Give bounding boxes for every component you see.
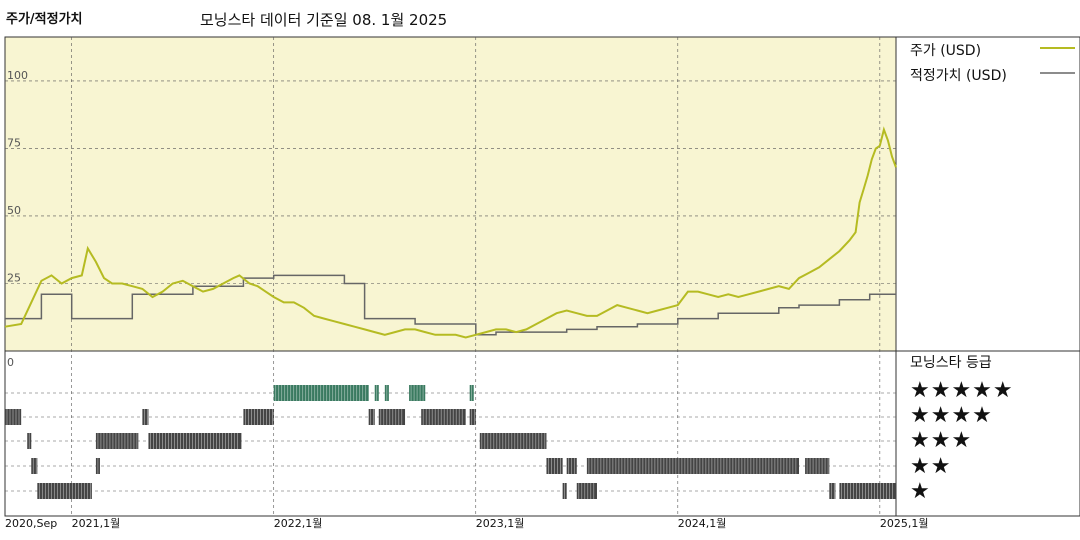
rating-1-star-label: ★	[910, 479, 931, 504]
y-tick-label: 25	[7, 271, 21, 284]
rating-5-star-label: ★★★★★	[910, 378, 1014, 403]
y-tick-label: 75	[7, 136, 21, 149]
rating-zero-label: 0	[7, 356, 14, 369]
rating-legend-title: 모닝스타 등급	[910, 355, 992, 371]
rating-bar	[805, 458, 830, 474]
rating-bar	[839, 483, 896, 499]
x-tick-labels: 2020,Sep 2021,1월 2022,1월 2023,1월 2024,1월 2025…	[5, 517, 928, 530]
rating-bar	[479, 433, 547, 449]
x-tick-label: 2022,1월	[274, 517, 323, 530]
rating-bar	[378, 409, 406, 425]
rating-bars	[5, 385, 896, 499]
x-tick-label: 2025,1월	[880, 517, 929, 530]
legend-fair-label: 적정가치 (USD)	[910, 68, 1007, 84]
x-tick-label: 2024,1월	[678, 517, 727, 530]
rating-4-star-label: ★★★★	[910, 403, 993, 428]
price-panel-background	[5, 37, 896, 351]
y-tick-label: 50	[7, 204, 21, 217]
y-tick-label: 100	[7, 69, 28, 82]
x-tick-label: 2020,Sep	[5, 517, 57, 530]
rating-bar	[95, 433, 139, 449]
rating-2-star-label: ★★	[910, 454, 952, 479]
x-tick-label: 2023,1월	[476, 517, 525, 530]
rating-3-star-label: ★★★	[910, 428, 973, 453]
x-tick-label: 2021,1월	[72, 517, 121, 530]
legend-price-label: 주가 (USD)	[910, 43, 982, 59]
